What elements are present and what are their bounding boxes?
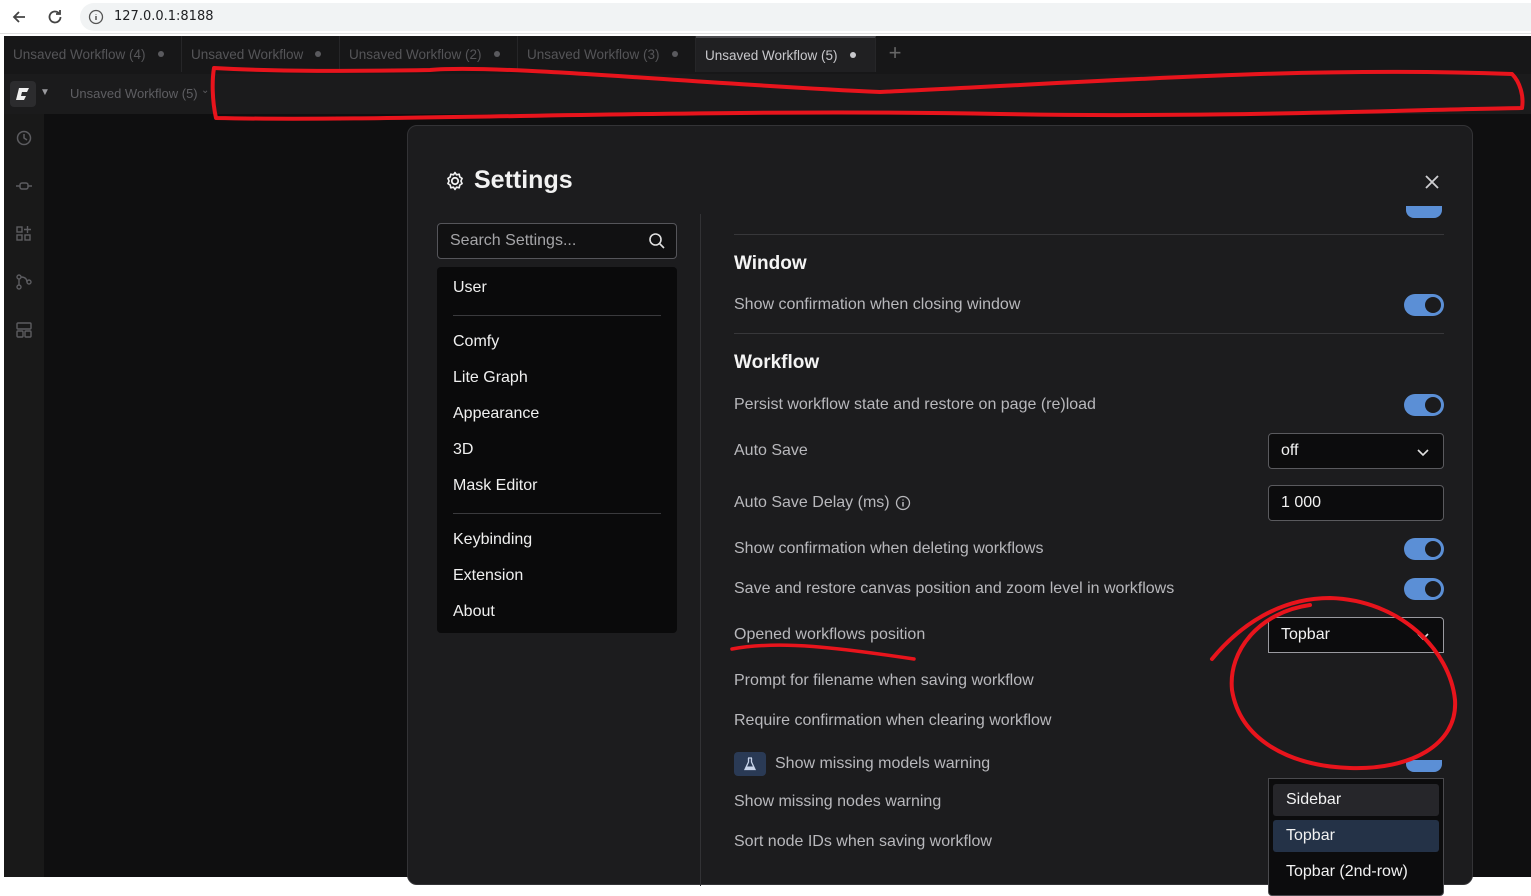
chevron-down-icon[interactable]: ▼ (40, 87, 50, 98)
category-divider (453, 315, 661, 316)
unsaved-dot-icon[interactable] (315, 51, 322, 57)
workflow-tab-active[interactable]: Unsaved Workflow (5) (696, 36, 876, 72)
setting-label: Opened workflows position (734, 626, 926, 643)
comfy-logo-icon (16, 88, 29, 100)
beaker-icon (743, 757, 757, 771)
search-input[interactable] (438, 224, 648, 258)
info-icon[interactable] (895, 495, 911, 511)
setting-label: Require confirmation when clearing workf… (734, 712, 1052, 729)
workflow-tab-label: Unsaved Workflow (4) (13, 46, 146, 62)
workflow-tab[interactable]: Unsaved Workflow (2) (340, 36, 518, 72)
category-appearance[interactable]: Appearance (453, 405, 539, 423)
setting-label: Show missing models warning (734, 752, 990, 776)
unsaved-dot-icon[interactable] (849, 52, 856, 58)
category-mask-editor[interactable]: Mask Editor (453, 477, 537, 495)
node-library-icon[interactable] (15, 177, 33, 195)
dropdown-option-sidebar[interactable]: Sidebar (1273, 784, 1439, 816)
current-workflow-label[interactable]: Unsaved Workflow (5) (70, 86, 198, 101)
category-comfy[interactable]: Comfy (453, 333, 499, 351)
section-divider (734, 333, 1444, 334)
setting-label: Show confirmation when deleting workflow… (734, 540, 1044, 557)
comfy-logo-menu[interactable] (10, 81, 36, 107)
section-title-workflow: Workflow (734, 352, 820, 373)
sidebar (4, 114, 44, 877)
workflow-tab-label: Unsaved Workflow (3) (527, 46, 660, 62)
workflow-tab-label: Unsaved Workflow (2) (349, 46, 482, 62)
settings-search (437, 223, 677, 259)
history-icon[interactable] (15, 129, 33, 147)
setting-label: Show missing nodes warning (734, 793, 942, 810)
site-info-icon[interactable] (88, 9, 104, 25)
address-bar[interactable]: 127.0.0.1:8188 (80, 3, 1531, 31)
toggle-switch[interactable] (1404, 538, 1444, 560)
close-icon[interactable] (1420, 170, 1444, 194)
experimental-badge (734, 752, 766, 776)
setting-label: Save and restore canvas position and zoo… (734, 580, 1175, 597)
setting-label-text: Auto Save Delay (ms) (734, 494, 890, 511)
panel-divider (700, 214, 701, 886)
category-keybinding[interactable]: Keybinding (453, 531, 532, 549)
workflow-tab[interactable]: Unsaved Workflow (3) (518, 36, 696, 72)
workflow-tab-label: Unsaved Workflow (191, 46, 304, 62)
dropdown-option-topbar-2nd-row[interactable]: Topbar (2nd-row) (1273, 856, 1439, 888)
setting-label-text: Show missing models warning (775, 755, 991, 772)
back-button[interactable] (6, 4, 32, 30)
category-user[interactable]: User (453, 279, 487, 297)
category-3d[interactable]: 3D (453, 441, 473, 459)
chevron-down-icon (1417, 633, 1429, 641)
select-value: off (1281, 442, 1299, 459)
workflows-icon[interactable] (15, 273, 33, 291)
opened-workflows-position-select[interactable]: Topbar (1268, 617, 1444, 653)
section-title-window: Window (734, 253, 807, 274)
auto-save-select[interactable]: off (1268, 433, 1444, 469)
workflow-tabs-row: Unsaved Workflow (4) Unsaved Workflow Un… (4, 36, 1531, 74)
setting-label: Auto Save (734, 442, 808, 459)
toggle-switch[interactable] (1404, 394, 1444, 416)
workflow-tab[interactable]: Unsaved Workflow (4) (4, 36, 182, 72)
gear-icon (447, 171, 463, 190)
unsaved-dot-icon[interactable] (671, 51, 678, 57)
app-toolbar: ▼ Unsaved Workflow (5) ⌄ (4, 74, 1531, 114)
back-arrow-icon (12, 11, 25, 23)
unsaved-dot-icon[interactable] (157, 51, 164, 57)
dialog-title: Settings (474, 166, 573, 194)
setting-label: Show confirmation when closing window (734, 296, 1021, 313)
setting-label: Prompt for filename when saving workflow (734, 672, 1034, 689)
templates-icon[interactable] (15, 321, 33, 339)
chevron-down-icon (1417, 449, 1429, 457)
unsaved-dot-icon[interactable] (493, 51, 500, 57)
toggle-switch[interactable] (1406, 206, 1442, 218)
dialog-header: Settings (444, 166, 573, 195)
url-text: 127.0.0.1:8188 (114, 9, 214, 24)
workflow-tab-label: Unsaved Workflow (5) (705, 47, 838, 63)
category-extension[interactable]: Extension (453, 567, 523, 585)
search-icon (649, 233, 665, 249)
workflow-tab[interactable]: Unsaved Workflow (182, 36, 340, 72)
reload-button[interactable] (42, 4, 68, 30)
position-dropdown-menu: Sidebar Topbar Topbar (2nd-row) (1268, 778, 1444, 896)
category-about[interactable]: About (453, 603, 495, 621)
reload-icon (48, 10, 62, 24)
model-library-icon[interactable] (15, 225, 33, 243)
dropdown-option-topbar[interactable]: Topbar (1273, 820, 1439, 852)
settings-content: Window Show confirmation when closing wi… (734, 206, 1446, 896)
toggle-switch[interactable] (1404, 294, 1444, 316)
settings-categories: User Comfy Lite Graph Appearance 3D Mask… (437, 267, 677, 633)
select-value: Topbar (1281, 626, 1330, 643)
category-lite-graph[interactable]: Lite Graph (453, 369, 528, 387)
category-divider (453, 513, 661, 514)
chevron-down-icon[interactable]: ⌄ (201, 85, 209, 96)
section-divider (734, 234, 1444, 235)
toggle-switch[interactable] (1406, 760, 1442, 772)
settings-dialog: Settings User Comfy Lite Graph Appearanc… (407, 125, 1473, 896)
setting-label: Auto Save Delay (ms) (734, 494, 911, 512)
setting-label: Persist workflow state and restore on pa… (734, 396, 1096, 413)
auto-save-delay-input[interactable] (1268, 485, 1444, 521)
toggle-switch[interactable] (1404, 578, 1444, 600)
add-tab-button[interactable]: + (884, 42, 906, 65)
browser-toolbar: 127.0.0.1:8188 (0, 0, 1531, 34)
setting-label: Sort node IDs when saving workflow (734, 833, 992, 850)
